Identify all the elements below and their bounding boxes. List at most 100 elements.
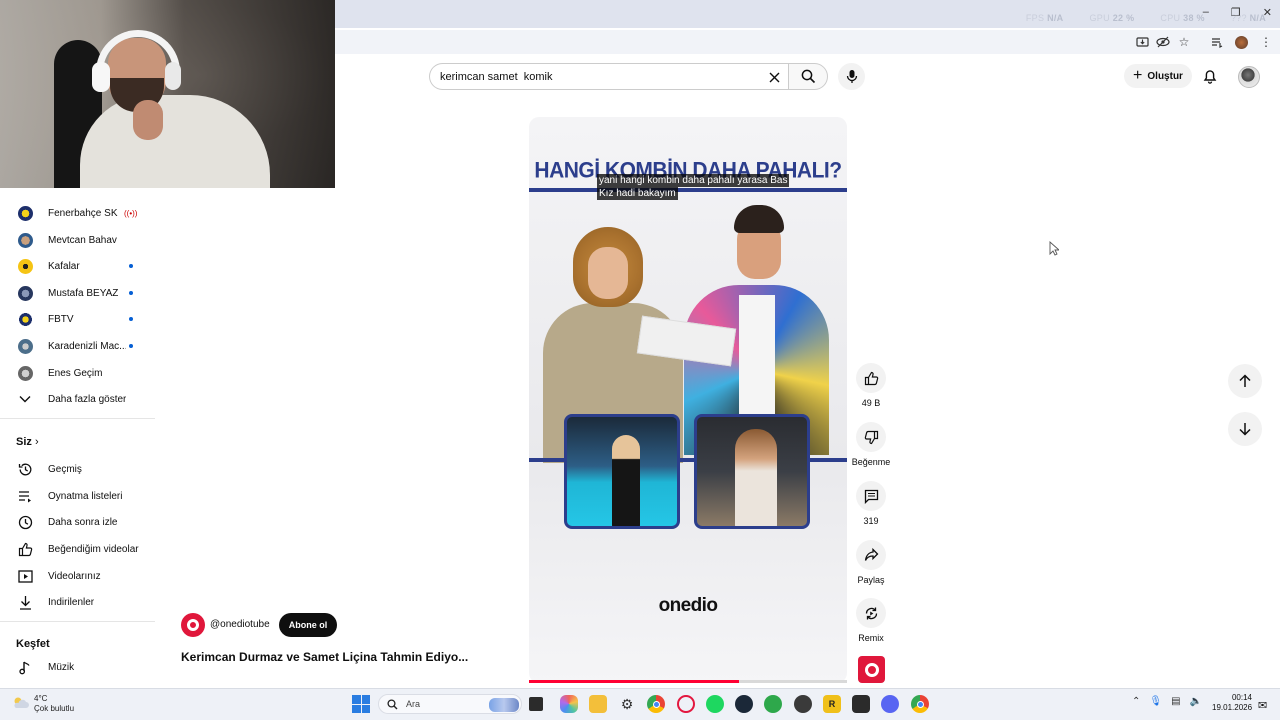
outfit-photo-left	[564, 414, 680, 529]
sidebar-item-label: Beğendiğim videolar	[48, 543, 139, 555]
account-avatar[interactable]	[1238, 66, 1260, 88]
close-window-icon[interactable]: ✕	[1263, 6, 1272, 19]
weather-cloud-icon[interactable]	[12, 696, 29, 712]
obs-icon[interactable]	[794, 695, 812, 713]
taskbar-clock[interactable]: 00:14 19.01.2026	[1212, 693, 1252, 713]
show-more-button[interactable]: Daha fazla göster	[0, 386, 155, 412]
install-app-icon[interactable]	[1134, 34, 1150, 50]
video-title[interactable]: Kerimcan Durmaz ve Samet Liçina Tahmin E…	[181, 650, 468, 664]
next-video-button[interactable]	[1228, 412, 1262, 446]
copilot-icon[interactable]	[560, 695, 578, 713]
share-button[interactable]	[856, 540, 886, 570]
channel-avatar[interactable]	[181, 613, 205, 637]
sidebar-item-mevtcan[interactable]: Mevtcan Bahav	[0, 227, 155, 253]
onedio-logo-icon	[864, 662, 879, 677]
remix-action: Remix	[850, 598, 892, 643]
eye-off-icon[interactable]	[1155, 34, 1171, 50]
sidebar-item-enes[interactable]: Enes Geçim	[0, 360, 155, 386]
like-action: 49 B	[850, 363, 892, 408]
channel-avatar	[17, 258, 33, 274]
capcut-icon[interactable]	[852, 695, 870, 713]
create-button[interactable]: + Oluştur	[1124, 64, 1192, 88]
spotify-icon[interactable]	[706, 695, 724, 713]
chevron-down-icon	[17, 391, 33, 407]
channel-avatar	[17, 232, 33, 248]
restore-icon[interactable]: ❐	[1231, 6, 1241, 19]
thumbs-up-icon	[864, 371, 878, 385]
sidebar-item-fbtv[interactable]: FBTV	[0, 306, 155, 332]
previous-video-button[interactable]	[1228, 364, 1262, 398]
sidebar-item-fenerbahce[interactable]: Fenerbahçe SK ((•))	[0, 200, 155, 226]
weather-temp: 4°C	[34, 694, 48, 703]
sidebar-item-kafalar[interactable]: Kafalar	[0, 253, 155, 279]
search-icon	[387, 698, 398, 709]
sidebar-item-music[interactable]: Müzik	[0, 654, 155, 680]
dislike-button[interactable]	[856, 422, 886, 452]
browser-menu-icon[interactable]: ⋮	[1258, 34, 1274, 50]
sidebar-item-downloads[interactable]: İndirilenler	[0, 589, 155, 615]
system-tray: ⌃ 🎙 ▤ 🔈	[1132, 696, 1202, 707]
bookmark-star-icon[interactable]: ☆	[1176, 34, 1192, 50]
search-button[interactable]	[788, 63, 828, 90]
microphone-icon[interactable]: 🎙	[1149, 696, 1162, 707]
media-queue-icon[interactable]	[1209, 34, 1225, 50]
settings-gear-icon[interactable]: ⚙	[618, 695, 636, 713]
steam-icon[interactable]	[735, 695, 753, 713]
share-action: Paylaş	[850, 540, 892, 585]
search-icon	[801, 69, 815, 84]
weather-widget[interactable]: 4°C Çok bulutlu	[34, 694, 74, 714]
divider	[0, 621, 155, 622]
sidebar-item-label: Videolarınız	[48, 570, 101, 582]
sidebar-item-label: Enes Geçim	[48, 367, 103, 379]
sidebar-item-label: Fenerbahçe SK	[48, 207, 118, 219]
chevron-up-icon[interactable]: ⌃	[1132, 696, 1140, 707]
minimize-icon[interactable]: –	[1203, 6, 1209, 19]
task-view-icon[interactable]	[529, 697, 543, 711]
network-icon[interactable]: ▤	[1171, 696, 1180, 707]
notification-bell-icon[interactable]: ✉	[1258, 699, 1267, 712]
sidebar-item-liked-videos[interactable]: Beğendiğim videolar	[0, 536, 155, 562]
sidebar-item-watch-later[interactable]: Daha sonra izle	[0, 509, 155, 535]
you-section-heading[interactable]: Siz ›	[16, 436, 39, 448]
channel-handle[interactable]: @onediotube	[210, 619, 270, 630]
subscribe-button[interactable]: Abone ol	[279, 613, 337, 637]
shorts-video-player[interactable]: HANGİ KOMBİN DAHA PAHALI? yani hangi kom…	[529, 117, 847, 683]
rockstar-icon[interactable]: R	[823, 695, 841, 713]
opera-icon[interactable]	[677, 695, 695, 713]
sidebar-item-label: Mustafa BEYAZ	[48, 287, 119, 299]
live-icon: ((•))	[124, 208, 138, 218]
comments-button[interactable]	[856, 481, 886, 511]
file-explorer-icon[interactable]	[589, 695, 607, 713]
whatsapp-icon[interactable]	[764, 695, 782, 713]
divider	[0, 418, 155, 419]
clear-search-icon[interactable]	[765, 68, 783, 86]
channel-thumbnail-button[interactable]	[858, 656, 885, 683]
taskbar-search[interactable]: Ara	[378, 694, 522, 714]
overlay-stripe	[529, 188, 847, 192]
remix-button[interactable]	[856, 598, 886, 628]
window-controls: – ❐ ✕	[1203, 6, 1272, 19]
sidebar-item-your-videos[interactable]: Videolarınız	[0, 563, 155, 589]
chrome-icon[interactable]	[647, 695, 665, 713]
sidebar-item-karadenizli[interactable]: Karadenizli Mac...	[0, 333, 155, 359]
sidebar-item-history[interactable]: Geçmiş	[0, 456, 155, 482]
channel-avatar	[17, 338, 33, 354]
search-input[interactable]: kerimcan samet komik	[429, 63, 790, 90]
windows-start-icon[interactable]	[352, 695, 370, 713]
sidebar-item-mustafa[interactable]: Mustafa BEYAZ	[0, 280, 155, 306]
clock-time: 00:14	[1231, 693, 1252, 702]
voice-search-button[interactable]	[838, 63, 865, 90]
like-count: 49 B	[861, 398, 881, 408]
channel-avatar	[17, 205, 33, 221]
chrome-active-icon[interactable]	[911, 695, 929, 713]
fps-label: FPS	[1025, 13, 1045, 23]
sidebar-item-label: Geçmiş	[48, 463, 82, 475]
bell-icon	[1203, 70, 1217, 84]
like-button[interactable]	[856, 363, 886, 393]
speaker-icon[interactable]: 🔈	[1190, 696, 1202, 707]
notifications-button[interactable]	[1200, 66, 1220, 86]
sidebar-item-playlists[interactable]: Oynatma listeleri	[0, 483, 155, 509]
webcam-overlay	[0, 0, 335, 188]
discord-icon[interactable]	[881, 695, 899, 713]
profile-icon[interactable]	[1233, 34, 1249, 50]
